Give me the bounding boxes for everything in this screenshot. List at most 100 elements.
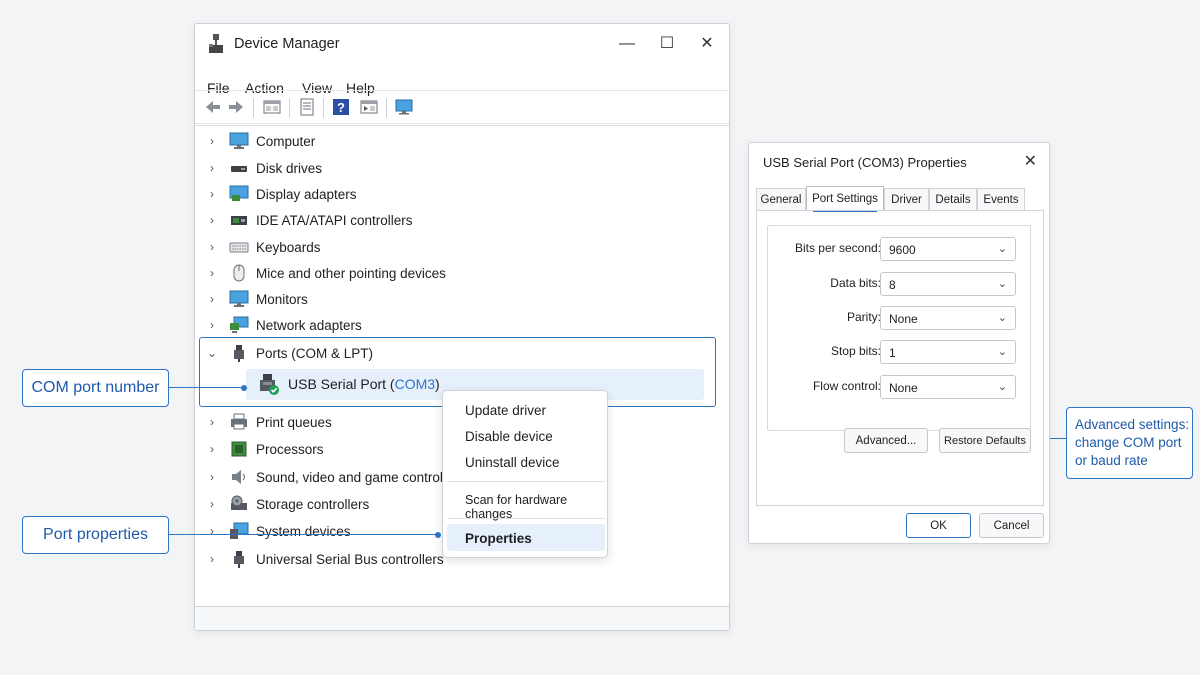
tab-port-settings[interactable]: Port Settings (806, 186, 884, 212)
chevron-right-icon[interactable]: › (204, 524, 220, 538)
computer-icon (229, 132, 249, 150)
menu-separator (447, 518, 605, 519)
console-tree-icon[interactable] (263, 98, 281, 116)
properties-dialog: USB Serial Port (COM3) Properties ✕ Gene… (748, 142, 1050, 544)
tab-driver[interactable]: Driver (884, 188, 929, 210)
data-bits-select[interactable]: 8 ⌄ (880, 272, 1016, 296)
tree-node-label: Display adapters (256, 186, 357, 202)
status-bar (195, 606, 729, 630)
menu-item-scan-hardware[interactable]: Scan for hardware changes (465, 493, 607, 521)
maximize-button[interactable]: ☐ (657, 34, 677, 54)
chevron-right-icon[interactable]: › (204, 470, 220, 484)
chevron-right-icon[interactable]: › (204, 134, 220, 148)
parity-select[interactable]: None ⌄ (880, 306, 1016, 330)
chevron-down-icon: ⌄ (997, 381, 1007, 393)
tree-node-mice[interactable]: › Mice and other pointing devices (204, 261, 446, 285)
minimize-button[interactable]: — (617, 34, 637, 54)
network-adapter-icon (229, 316, 249, 334)
tree-node-label: Computer (256, 133, 316, 149)
tree-node-disk-drives[interactable]: › Disk drives (204, 156, 322, 180)
tab-events[interactable]: Events (977, 188, 1025, 210)
processor-icon (229, 440, 249, 458)
monitor-icon (229, 290, 249, 308)
chevron-right-icon[interactable]: › (204, 415, 220, 429)
tree-node-display-adapters[interactable]: › Display adapters (204, 182, 357, 206)
tree-node-keyboards[interactable]: › Keyboards (204, 235, 321, 259)
dialog-close-button[interactable]: ✕ (1024, 151, 1037, 171)
chevron-down-icon: ⌄ (997, 278, 1007, 290)
callout-text-line-2: change COM port (1075, 435, 1182, 450)
chevron-right-icon[interactable]: › (204, 497, 220, 511)
properties-sheet-icon[interactable] (298, 98, 316, 116)
tree-node-label: Mice and other pointing devices (256, 265, 446, 281)
tree-node-label: Print queues (256, 414, 332, 430)
callout-connector (169, 534, 439, 536)
settings-group: Bits per second: 9600 ⌄ Data bits: 8 ⌄ Par… (767, 225, 1031, 431)
chevron-right-icon[interactable]: › (204, 213, 220, 227)
chevron-right-icon[interactable]: › (204, 552, 220, 566)
bits-per-second-select[interactable]: 9600 ⌄ (880, 237, 1016, 261)
tree-node-label: System devices (256, 523, 351, 539)
field-label: Bits per second: (794, 241, 881, 255)
back-arrow-icon[interactable] (204, 98, 222, 116)
callout-connector (169, 387, 244, 389)
chevron-down-icon[interactable]: ⌄ (204, 346, 220, 360)
tab-general[interactable]: General (756, 188, 806, 210)
callout-text: COM port number (31, 379, 160, 396)
callout-anchor-dot (241, 385, 247, 391)
tree-node-label: Universal Serial Bus controllers (256, 551, 444, 567)
port-icon (229, 344, 249, 362)
ide-controller-icon (229, 211, 249, 229)
tree-node-label: Storage controllers (256, 496, 370, 512)
tree-node-sound-video[interactable]: › Sound, video and game controllers (204, 465, 465, 489)
field-label: Data bits: (830, 276, 881, 290)
tree-node-usb-controllers[interactable]: › Universal Serial Bus controllers (204, 547, 444, 571)
tree-node-usb-serial-port[interactable]: USB Serial Port (COM3) (256, 372, 440, 396)
advanced-button[interactable]: Advanced... (844, 428, 928, 453)
chevron-right-icon[interactable]: › (204, 318, 220, 332)
stop-bits-select[interactable]: 1 ⌄ (880, 340, 1016, 364)
tree-node-storage-controllers[interactable]: › Storage controllers (204, 492, 369, 516)
action-pane-icon[interactable] (360, 98, 378, 116)
close-button[interactable]: ✕ (697, 34, 717, 54)
menu-item-uninstall-device[interactable]: Uninstall device (465, 455, 560, 470)
help-icon[interactable]: ? (332, 98, 350, 116)
menu-item-properties[interactable]: Properties (465, 531, 532, 546)
chevron-right-icon[interactable]: › (204, 266, 220, 280)
chevron-right-icon[interactable]: › (204, 161, 220, 175)
title-bar: Device Manager — ☐ ✕ (195, 24, 729, 64)
callout-port-properties: Port properties (22, 516, 169, 554)
tree-node-ports[interactable]: ⌄ Ports (COM & LPT) (204, 341, 373, 365)
cancel-button[interactable]: Cancel (979, 513, 1044, 538)
tree-node-print-queues[interactable]: › Print queues (204, 410, 332, 434)
tree-node-ide-controllers[interactable]: › IDE ATA/ATAPI controllers (204, 208, 413, 232)
tree-node-system-devices[interactable]: › System devices (204, 519, 351, 543)
ok-button[interactable]: OK (906, 513, 971, 538)
callout-advanced-settings: Advanced settings: change COM port or ba… (1066, 407, 1193, 479)
tab-details[interactable]: Details (929, 188, 977, 210)
callout-text-line-1: Advanced settings: (1075, 417, 1190, 432)
chevron-right-icon[interactable]: › (204, 442, 220, 456)
tree-node-label: Processors (256, 441, 324, 457)
callout-text: Port properties (43, 526, 148, 543)
forward-arrow-icon[interactable] (227, 98, 245, 116)
scan-monitor-icon[interactable] (395, 98, 413, 116)
tree-node-network-adapters[interactable]: › Network adapters (204, 313, 362, 337)
menu-item-disable-device[interactable]: Disable device (465, 429, 553, 444)
restore-defaults-button[interactable]: Restore Defaults (939, 428, 1031, 453)
tree-node-label: Network adapters (256, 317, 362, 333)
tree-node-label: Keyboards (256, 239, 321, 255)
chevron-right-icon[interactable]: › (204, 292, 220, 306)
field-bits-per-second: Bits per second: 9600 ⌄ (768, 237, 1030, 261)
tree-node-processors[interactable]: › Processors (204, 437, 324, 461)
chevron-right-icon[interactable]: › (204, 187, 220, 201)
window-title: Device Manager (234, 36, 340, 52)
tree-node-computer[interactable]: › Computer (204, 129, 315, 153)
field-parity: Parity: None ⌄ (768, 306, 1030, 330)
toolbar-separator (386, 98, 387, 118)
chevron-right-icon[interactable]: › (204, 240, 220, 254)
toolbar-separator (253, 98, 254, 118)
flow-control-select[interactable]: None ⌄ (880, 375, 1016, 399)
tree-node-monitors[interactable]: › Monitors (204, 287, 308, 311)
menu-item-update-driver[interactable]: Update driver (465, 403, 546, 418)
